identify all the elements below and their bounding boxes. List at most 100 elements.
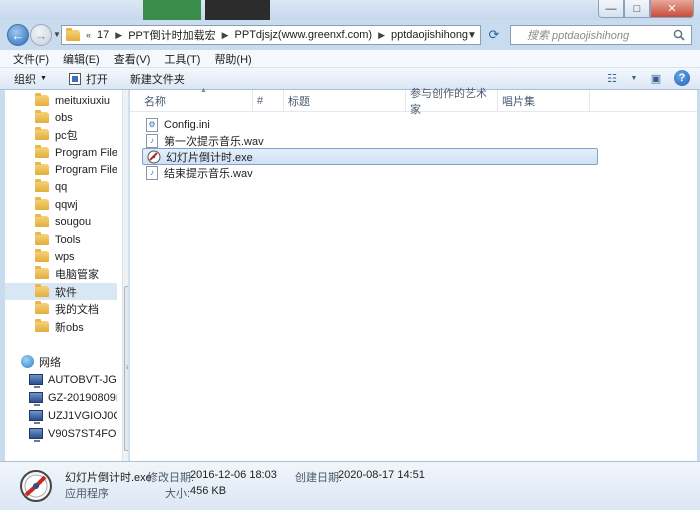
view-options-icon[interactable]: ☷ [604, 70, 620, 86]
details-size-value: 456 KB [190, 485, 227, 497]
nav-folder-tools[interactable]: Tools [5, 231, 117, 248]
address-controls: ▼ [462, 25, 482, 45]
taskbar-overlay-green [143, 0, 201, 20]
column-header-title[interactable]: 标题 [284, 90, 406, 112]
column-artists-label: 参与创作的艺术家 [410, 88, 487, 116]
menu-file[interactable]: 文件(F) [6, 51, 56, 67]
window-controls: — □ ✕ [598, 0, 694, 18]
file-row-countdown-exe[interactable]: 幻灯片倒计时.exe [142, 148, 598, 165]
computer-label: AUTOBVT-JG04U [48, 373, 117, 386]
menu-help[interactable]: 帮助(H) [207, 51, 258, 67]
back-button[interactable]: ← [7, 24, 29, 46]
nav-folder-program-files-2[interactable]: Program Files [5, 161, 117, 178]
column-header-name[interactable]: ▲ 名称 [140, 87, 253, 112]
file-list-pane: ▲ 名称 # 标题 参与创作的艺术家 唱片集 ⚙ Config.ini ♪ 第一… [130, 87, 697, 461]
nav-scrollbar-thumb[interactable] [124, 286, 128, 451]
folder-icon [35, 214, 49, 227]
preview-pane-icon[interactable]: ▣ [648, 70, 664, 86]
details-pane: 幻灯片倒计时.exe 应用程序 修改日期: 2016-12-06 18:03 创… [0, 461, 700, 510]
nav-folder-meituxiuxiu[interactable]: meituxiuxiu [5, 92, 117, 109]
nav-folder-qqwj[interactable]: qqwj [5, 196, 117, 213]
nav-network[interactable]: 网络 [5, 353, 117, 370]
file-row-config-ini[interactable]: ⚙ Config.ini [142, 116, 598, 133]
nav-folder-label: qqwj [55, 198, 78, 211]
nav-folder-pc-manager[interactable]: 电脑管家 [5, 265, 117, 282]
nav-computer[interactable]: V90S7ST4FOS8C [5, 425, 117, 442]
minimize-button[interactable]: — [598, 0, 624, 18]
breadcrumb-ppt-countdown-macro[interactable]: PPT倒计时加载宏 [128, 27, 215, 43]
nav-folder-obs[interactable]: obs [5, 109, 117, 126]
chevron-right-icon[interactable]: ▶ [378, 30, 385, 41]
details-created-value: 2020-08-17 14:51 [338, 469, 425, 481]
chevron-down-icon[interactable]: ▼ [630, 70, 638, 86]
folder-icon [35, 127, 49, 140]
maximize-button[interactable]: □ [624, 0, 650, 18]
computer-icon [29, 374, 43, 388]
address-bar[interactable]: « 17 ▶ PPT倒计时加载宏 ▶ PPTdjsjz(www.greenxf.… [61, 25, 481, 45]
nav-folder-my-documents[interactable]: 我的文档 [5, 300, 117, 317]
address-row: ← → ▼ « 17 ▶ PPT倒计时加载宏 ▶ PPTdjsjz(www.gr… [0, 20, 700, 50]
nav-folder-pc-bao[interactable]: pc包 [5, 126, 117, 143]
column-number-label: # [257, 95, 264, 107]
open-button[interactable]: 打开 [68, 71, 108, 87]
nav-computer[interactable]: AUTOBVT-JG04U [5, 371, 117, 388]
nav-folder-label: 新obs [55, 321, 84, 334]
ini-file-icon: ⚙ [146, 117, 158, 132]
nav-folder-label: pc包 [55, 129, 78, 142]
title-bar: — □ ✕ [0, 0, 700, 20]
nav-computer[interactable]: GZ-20190809NY [5, 389, 117, 406]
nav-computer[interactable]: UZJ1VGIOJ0QVP [5, 407, 117, 424]
file-row-end-prompt-wav[interactable]: ♪ 结束提示音乐.wav [142, 164, 598, 181]
nav-folder-sougou[interactable]: sougou [5, 213, 117, 230]
nav-folder-label: Program Files [55, 163, 117, 176]
nav-folder-software[interactable]: 软件 [5, 283, 117, 300]
computer-label: V90S7ST4FOS8C [48, 427, 117, 440]
breadcrumb-pptdjsjz[interactable]: PPTdjsjz(www.greenxf.com) [235, 29, 373, 41]
computer-icon [29, 392, 43, 406]
help-icon[interactable]: ? [674, 70, 690, 86]
nav-scrollbar[interactable] [122, 90, 128, 461]
nav-folder-qq[interactable]: qq [5, 178, 117, 195]
folder-icon [35, 319, 49, 332]
organize-button[interactable]: 组织 ▼ [14, 71, 47, 87]
refresh-button[interactable]: ⟳ [483, 25, 505, 45]
nav-folder-label: wps [55, 250, 75, 263]
menu-edit[interactable]: 编辑(E) [56, 51, 107, 67]
column-header-album[interactable]: 唱片集 [498, 90, 590, 112]
menu-bar: 文件(F) 编辑(E) 查看(V) 工具(T) 帮助(H) [0, 50, 700, 68]
taskbar-overlay-dark [205, 0, 270, 20]
computer-icon [29, 428, 43, 442]
nav-folder-program-files[interactable]: Program Files [5, 144, 117, 161]
column-header-artists[interactable]: 参与创作的艺术家 [406, 88, 498, 116]
column-title-label: 标题 [288, 96, 310, 108]
breadcrumb-pptdaojishihong[interactable]: pptdaojishihong [391, 29, 468, 41]
close-button[interactable]: ✕ [650, 0, 694, 18]
nav-folder-wps[interactable]: wps [5, 248, 117, 265]
chevron-right-icon[interactable]: ▶ [115, 30, 122, 41]
recent-pages-dropdown[interactable]: ▼ [53, 30, 61, 39]
folder-icon [35, 284, 49, 297]
breadcrumb-overflow[interactable]: « [86, 30, 91, 40]
nav-folder-new-obs[interactable]: 新obs [5, 318, 117, 335]
breadcrumb-17[interactable]: 17 [97, 29, 109, 41]
search-icon [673, 29, 685, 41]
file-row-first-prompt-wav[interactable]: ♪ 第一次提示音乐.wav [142, 132, 598, 149]
address-dropdown-button[interactable]: ▼ [462, 25, 482, 45]
folder-icon [35, 197, 49, 210]
file-name: 幻灯片倒计时.exe [166, 151, 253, 164]
column-header-row: ▲ 名称 # 标题 参与创作的艺术家 唱片集 [130, 87, 697, 116]
chevron-right-icon[interactable]: ▶ [222, 30, 229, 41]
details-file-type: 应用程序 [65, 488, 109, 500]
search-input[interactable]: 搜索 pptdaojishihong [510, 25, 692, 45]
file-name: 第一次提示音乐.wav [164, 135, 264, 148]
nav-folder-label: qq [55, 180, 68, 193]
network-label: 网络 [39, 356, 61, 369]
column-header-number[interactable]: # [253, 90, 284, 112]
menu-tools[interactable]: 工具(T) [157, 51, 207, 67]
menu-view[interactable]: 查看(V) [107, 51, 158, 67]
folder-icon [35, 110, 49, 123]
new-folder-button[interactable]: 新建文件夹 [130, 71, 185, 87]
details-created-label: 创建日期: [295, 472, 343, 484]
folder-icon [35, 145, 49, 158]
forward-button[interactable]: → [30, 24, 52, 46]
